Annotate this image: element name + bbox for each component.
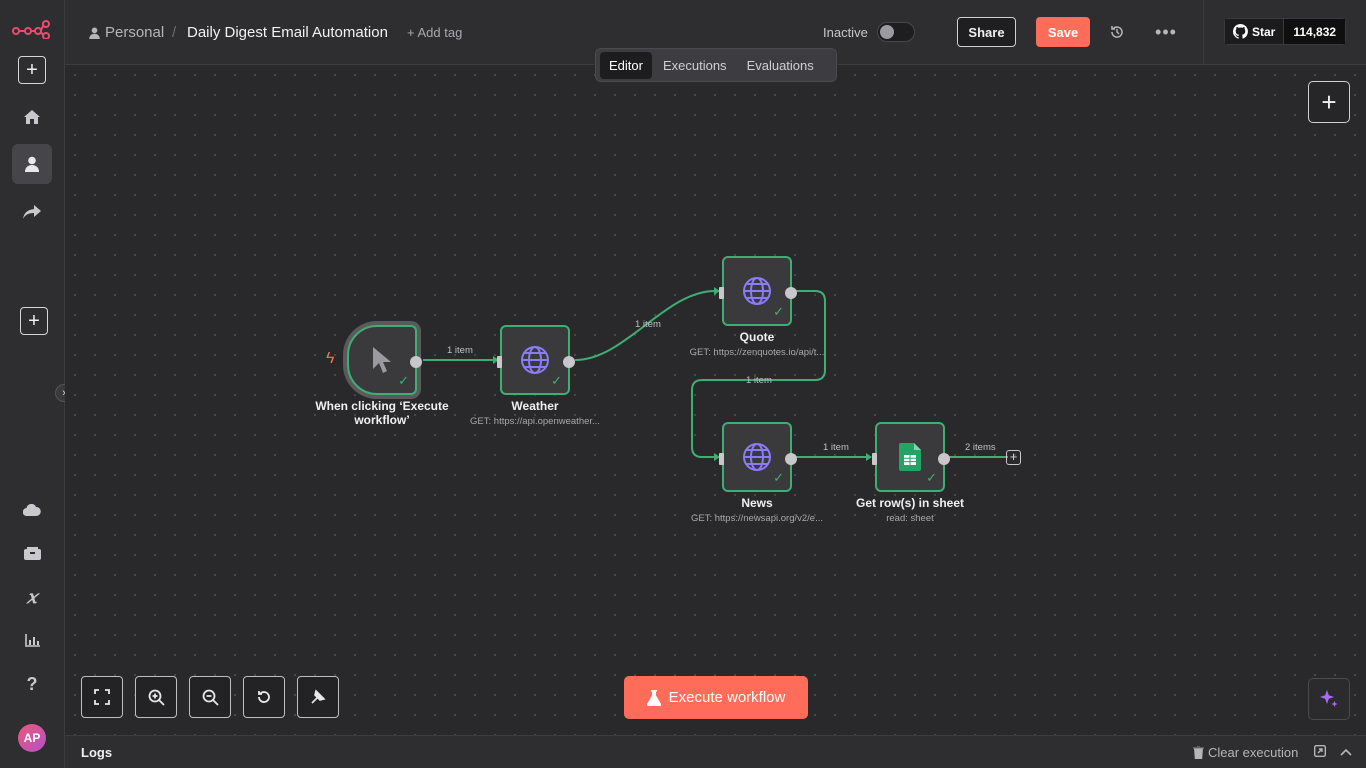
github-star-button[interactable]: Star — [1224, 18, 1285, 45]
node-title: Get row(s) in sheet — [855, 496, 965, 510]
person-icon[interactable] — [12, 144, 52, 184]
cloud-icon[interactable] — [20, 500, 44, 520]
globe-icon — [743, 277, 771, 305]
open-nodes-panel-plus-icon[interactable]: + — [1308, 81, 1350, 123]
save-button[interactable]: Save — [1036, 17, 1090, 47]
node-subtitle: read: sheet — [886, 513, 934, 524]
person-small-icon — [89, 27, 100, 39]
output-port[interactable] — [563, 356, 575, 368]
github-star-widget[interactable]: Star 114,832 — [1224, 18, 1347, 45]
history-icon[interactable] — [1107, 22, 1127, 42]
input-port[interactable] — [719, 453, 724, 465]
output-port[interactable] — [938, 453, 950, 465]
edge-label: 1 item — [823, 442, 849, 453]
success-check-icon: ✓ — [551, 373, 562, 388]
n8n-logo-icon[interactable] — [11, 18, 51, 40]
tab-executions[interactable]: Executions — [654, 52, 736, 79]
input-port[interactable] — [719, 287, 724, 299]
avatar[interactable]: AP — [18, 724, 46, 752]
tab-editor[interactable]: Editor — [600, 51, 652, 79]
add-tag-button[interactable]: + Add tag — [407, 25, 462, 40]
node-trigger[interactable]: ✓ — [347, 325, 422, 395]
toggle-knob — [880, 25, 894, 39]
node-subtitle: GET: https://newsapi.org/v2/e... — [690, 513, 823, 524]
more-options-icon[interactable]: ••• — [1155, 22, 1176, 42]
owner-label: Personal — [105, 24, 165, 41]
node-title: News — [741, 496, 773, 510]
output-port[interactable] — [785, 453, 797, 465]
trigger-bolt-icon: ϟ — [326, 350, 335, 367]
insights-icon[interactable] — [20, 630, 44, 650]
globe-icon — [743, 443, 771, 471]
active-toggle[interactable] — [877, 22, 915, 42]
logs-panel[interactable]: Logs Clear execution — [65, 735, 1366, 768]
logs-title: Logs — [81, 745, 113, 760]
node-subtitle: GET: https://zenquotes.io/api/t... — [689, 347, 825, 358]
variables-icon[interactable]: 𝑥 — [20, 586, 44, 608]
node-title: Quote — [739, 330, 775, 344]
edge-label: 1 item — [447, 345, 473, 356]
edge-label: 1 item — [635, 319, 661, 330]
flask-icon — [646, 689, 661, 706]
github-star-count: 114,832 — [1284, 18, 1347, 45]
view-tabs: Editor Executions Evaluations — [595, 48, 837, 82]
breadcrumb-separator: / — [172, 24, 177, 41]
zoom-in-icon[interactable] — [135, 676, 177, 718]
help-icon[interactable]: ? — [20, 672, 44, 696]
trash-icon — [1193, 746, 1204, 759]
tidy-up-icon[interactable] — [297, 676, 339, 718]
node-google-sheets[interactable]: ✓ — [872, 422, 950, 492]
globe-icon — [521, 346, 549, 374]
workflow-name[interactable]: Daily Digest Email Automation — [187, 24, 388, 41]
edge-label: 2 items — [965, 442, 996, 453]
header-divider — [1203, 0, 1204, 65]
execute-workflow-button[interactable]: Execute workflow — [624, 676, 808, 719]
node-quote[interactable]: ✓ — [719, 256, 797, 326]
node-subtitle: GET: https://api.openweather... — [470, 416, 600, 427]
app-root: + + 𝑥 ? AP › Personal / Daily Digest Ema… — [0, 0, 1366, 768]
fit-view-icon[interactable] — [81, 676, 123, 718]
output-port[interactable] — [410, 356, 422, 368]
node-title: Weather — [511, 399, 559, 413]
templates-icon[interactable] — [20, 543, 44, 563]
breadcrumb-owner[interactable]: Personal — [89, 24, 164, 41]
input-port[interactable] — [872, 453, 877, 465]
ai-assistant-sparkle-icon[interactable] — [1308, 678, 1350, 720]
share-icon[interactable] — [20, 200, 44, 224]
output-port[interactable] — [785, 287, 797, 299]
cursor-icon — [373, 347, 391, 373]
add-node-end-plus-icon[interactable]: + — [1006, 450, 1021, 465]
node-news[interactable]: ✓ — [719, 422, 797, 492]
connections — [423, 287, 1008, 461]
edge-label: 1 item — [746, 375, 772, 386]
status-label: Inactive — [823, 25, 868, 40]
workflow-canvas[interactable]: 1 item 1 item 1 item 1 item 2 items ϟ ✓ … — [65, 65, 1366, 735]
reset-zoom-icon[interactable] — [243, 676, 285, 718]
zoom-out-icon[interactable] — [189, 676, 231, 718]
success-check-icon: ✓ — [926, 470, 937, 485]
node-title: When clicking ‘Execute workflow’ — [315, 399, 449, 427]
node-weather[interactable]: ✓ — [497, 325, 575, 395]
execute-workflow-label: Execute workflow — [668, 689, 786, 706]
github-star-label: Star — [1252, 24, 1276, 39]
input-port[interactable] — [497, 356, 502, 368]
home-icon[interactable] — [20, 105, 44, 129]
add-project-plus-icon[interactable]: + — [20, 307, 48, 335]
google-sheets-icon — [899, 443, 921, 471]
success-check-icon: ✓ — [773, 304, 784, 319]
chevron-up-icon[interactable] — [1340, 745, 1352, 759]
clear-execution-label: Clear execution — [1208, 745, 1299, 760]
clear-execution-button[interactable]: Clear execution — [1193, 745, 1298, 760]
popout-icon[interactable] — [1313, 744, 1327, 760]
add-plus-icon[interactable]: + — [18, 56, 46, 84]
sidebar: + + 𝑥 ? AP › — [0, 0, 73, 768]
github-icon — [1233, 24, 1248, 39]
share-button[interactable]: Share — [957, 17, 1016, 47]
success-check-icon: ✓ — [773, 470, 784, 485]
tab-evaluations[interactable]: Evaluations — [738, 52, 823, 79]
success-check-icon: ✓ — [398, 373, 409, 388]
